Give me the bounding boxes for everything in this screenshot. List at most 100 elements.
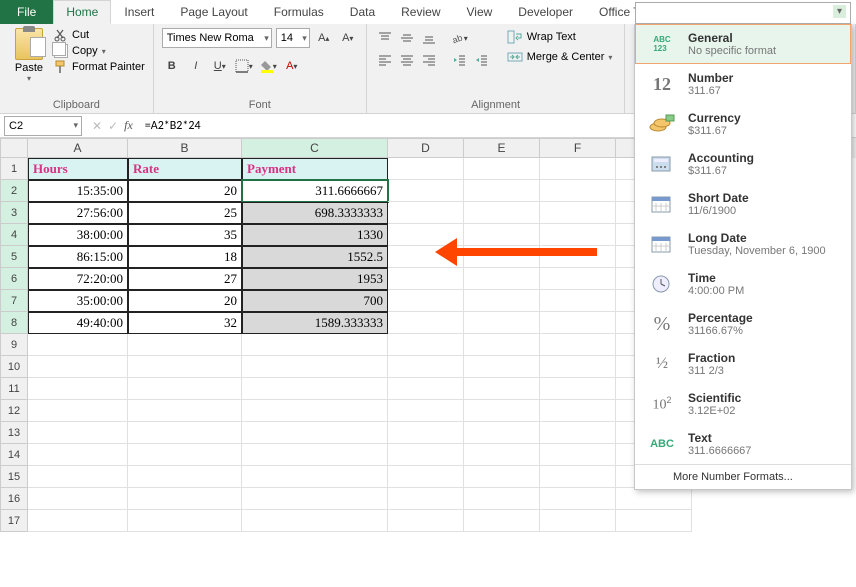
cell-E11[interactable]	[464, 378, 540, 400]
cell-B16[interactable]	[128, 488, 242, 510]
cell-B2[interactable]: 20	[128, 180, 242, 202]
cell-C15[interactable]	[242, 466, 388, 488]
increase-indent-button[interactable]	[471, 50, 491, 70]
merge-center-button[interactable]: Merge & Center ▾	[503, 48, 617, 66]
cell-D8[interactable]	[388, 312, 464, 334]
cell-B4[interactable]: 35	[128, 224, 242, 246]
format-currency[interactable]: Currency$311.67	[635, 104, 851, 144]
cell-C12[interactable]	[242, 400, 388, 422]
font-size-combo[interactable]: 14	[276, 28, 310, 48]
cell-C11[interactable]	[242, 378, 388, 400]
fill-color-button[interactable]: ▾	[258, 56, 278, 76]
tab-file[interactable]: File	[0, 0, 53, 24]
cell-B13[interactable]	[128, 422, 242, 444]
row-header[interactable]: 3	[0, 202, 28, 224]
cancel-formula-button[interactable]: ✕	[92, 119, 102, 133]
cell-F7[interactable]	[540, 290, 616, 312]
cell-C2[interactable]: 311.6666667	[242, 180, 388, 202]
cell-C3[interactable]: 698.3333333	[242, 202, 388, 224]
format-accounting[interactable]: Accounting$311.67	[635, 144, 851, 184]
col-header-d[interactable]: D	[388, 138, 464, 158]
row-header[interactable]: 10	[0, 356, 28, 378]
cell-D17[interactable]	[388, 510, 464, 532]
col-header-a[interactable]: A	[28, 138, 128, 158]
cell-E14[interactable]	[464, 444, 540, 466]
cell-D14[interactable]	[388, 444, 464, 466]
row-header[interactable]: 2	[0, 180, 28, 202]
cell-B15[interactable]	[128, 466, 242, 488]
cell-F3[interactable]	[540, 202, 616, 224]
align-bottom-button[interactable]	[419, 28, 439, 48]
copy-button[interactable]: Copy ▾	[54, 44, 145, 58]
cell-E15[interactable]	[464, 466, 540, 488]
tab-developer[interactable]: Developer	[505, 0, 586, 24]
cell-D15[interactable]	[388, 466, 464, 488]
cell-F13[interactable]	[540, 422, 616, 444]
cell-G16[interactable]	[616, 488, 692, 510]
select-all-corner[interactable]	[0, 138, 28, 158]
cell-F14[interactable]	[540, 444, 616, 466]
cell-A10[interactable]	[28, 356, 128, 378]
cell-C10[interactable]	[242, 356, 388, 378]
cell-E16[interactable]	[464, 488, 540, 510]
row-header[interactable]: 15	[0, 466, 28, 488]
more-number-formats[interactable]: More Number Formats...	[635, 464, 851, 489]
row-header[interactable]: 9	[0, 334, 28, 356]
decrease-indent-button[interactable]	[449, 50, 469, 70]
wrap-text-button[interactable]: Wrap Text	[503, 28, 617, 46]
format-text[interactable]: ABCText311.6666667	[635, 424, 851, 464]
cell-C5[interactable]: 1552.5	[242, 246, 388, 268]
cell-D3[interactable]	[388, 202, 464, 224]
cell-A16[interactable]	[28, 488, 128, 510]
cell-B3[interactable]: 25	[128, 202, 242, 224]
format-number[interactable]: 12Number311.67	[635, 64, 851, 104]
row-header[interactable]: 8	[0, 312, 28, 334]
cell-F9[interactable]	[540, 334, 616, 356]
cell-A14[interactable]	[28, 444, 128, 466]
cell-C14[interactable]	[242, 444, 388, 466]
accept-formula-button[interactable]: ✓	[108, 119, 118, 133]
cell-D1[interactable]	[388, 158, 464, 180]
cell-F17[interactable]	[540, 510, 616, 532]
cell-E6[interactable]	[464, 268, 540, 290]
row-header[interactable]: 6	[0, 268, 28, 290]
cell-B9[interactable]	[128, 334, 242, 356]
paste-button[interactable]: Paste ▾	[8, 28, 50, 97]
cell-A15[interactable]	[28, 466, 128, 488]
tab-review[interactable]: Review	[388, 0, 453, 24]
row-header[interactable]: 7	[0, 290, 28, 312]
tab-formulas[interactable]: Formulas	[261, 0, 337, 24]
cell-C13[interactable]	[242, 422, 388, 444]
cell-C16[interactable]	[242, 488, 388, 510]
align-center-button[interactable]	[397, 50, 417, 70]
cell-C4[interactable]: 1330	[242, 224, 388, 246]
increase-font-button[interactable]: A▴	[314, 28, 334, 48]
cell-F11[interactable]	[540, 378, 616, 400]
row-header[interactable]: 4	[0, 224, 28, 246]
cell-E2[interactable]	[464, 180, 540, 202]
row-header[interactable]: 13	[0, 422, 28, 444]
cell-C7[interactable]: 700	[242, 290, 388, 312]
cell-B8[interactable]: 32	[128, 312, 242, 334]
cell-B11[interactable]	[128, 378, 242, 400]
cell-F15[interactable]	[540, 466, 616, 488]
cell-A7[interactable]: 35:00:00	[28, 290, 128, 312]
cell-A6[interactable]: 72:20:00	[28, 268, 128, 290]
fx-icon[interactable]: fx	[124, 118, 133, 133]
cell-D11[interactable]	[388, 378, 464, 400]
cell-B10[interactable]	[128, 356, 242, 378]
cell-D2[interactable]	[388, 180, 464, 202]
align-right-button[interactable]	[419, 50, 439, 70]
cell-B17[interactable]	[128, 510, 242, 532]
border-button[interactable]: ▾	[234, 56, 254, 76]
cut-button[interactable]: Cut	[54, 28, 145, 42]
cell-D9[interactable]	[388, 334, 464, 356]
bold-button[interactable]: B	[162, 56, 182, 76]
cell-A3[interactable]: 27:56:00	[28, 202, 128, 224]
cell-E17[interactable]	[464, 510, 540, 532]
row-header[interactable]: 12	[0, 400, 28, 422]
font-name-combo[interactable]: Times New Roma	[162, 28, 272, 48]
cell-A17[interactable]	[28, 510, 128, 532]
format-shortdate[interactable]: Short Date11/6/1900	[635, 184, 851, 224]
italic-button[interactable]: I	[186, 56, 206, 76]
